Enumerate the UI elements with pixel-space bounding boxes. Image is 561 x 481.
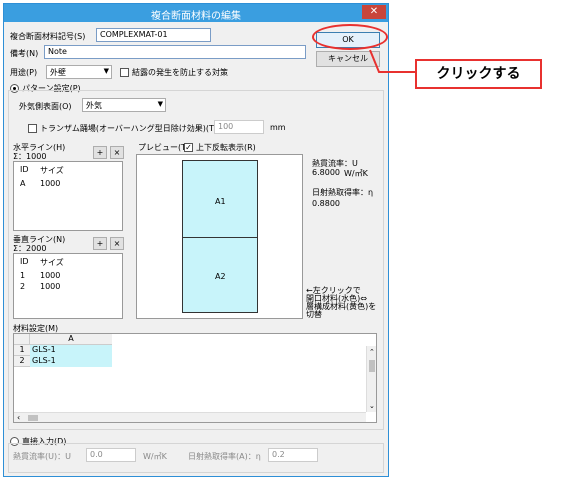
connector-line (369, 49, 415, 73)
direct-heat-label: 熱貫流率(U)：U (13, 452, 71, 461)
vertical-add-button[interactable]: + (93, 237, 107, 250)
use-label: 用途(P) (10, 68, 38, 77)
grid-row-number: 1 (14, 345, 30, 356)
heat-unit: W/㎡K (344, 169, 368, 178)
use-select[interactable]: 外壁 ▼ (46, 65, 112, 79)
col-size: サイズ (40, 258, 64, 267)
grid-corner (14, 334, 30, 345)
use-select-value: 外壁 (50, 68, 66, 77)
flip-checkbox[interactable]: ✓ (184, 143, 193, 152)
direct-solar-input[interactable]: 0.2 (268, 448, 318, 462)
scroll-left-icon[interactable]: ‹ (17, 413, 20, 422)
chevron-down-icon: ▼ (103, 67, 109, 75)
direct-heat-unit: W/㎡K (143, 452, 167, 461)
solar-label: 日射熱取得率：η (312, 188, 374, 197)
close-button[interactable]: ✕ (362, 5, 386, 19)
preview-cell-a2[interactable]: A2 (182, 237, 258, 313)
horizontal-delete-button[interactable]: × (110, 146, 124, 159)
row-size: 1000 (40, 282, 61, 291)
window-title: 複合断面材料の編集 (151, 11, 241, 22)
transom-input[interactable]: 100 (214, 120, 264, 134)
vertical-delete-button[interactable]: × (110, 237, 124, 250)
outer-label: 外気側表面(O) (19, 102, 72, 111)
hint-line-4: 切替 (306, 310, 322, 319)
cell-a2-label: A2 (215, 272, 226, 281)
solar-value: 0.8800 (312, 199, 340, 208)
grid-row-number: 2 (14, 356, 30, 367)
vertical-scrollbar[interactable]: ⌃ ⌄ (366, 346, 376, 412)
annotation-connector (369, 49, 415, 73)
annotation-callout: クリックする (415, 59, 542, 89)
col-id: ID (20, 257, 29, 266)
note-input[interactable]: Note (44, 45, 306, 59)
vertical-table: ID サイズ 1 1000 2 1000 (13, 253, 123, 319)
title-bar: 複合断面材料の編集 ✕ (4, 4, 388, 22)
condensation-checkbox[interactable] (120, 68, 129, 77)
cell-a1-label: A1 (215, 197, 226, 206)
row-id: A (20, 179, 26, 188)
grid-cell[interactable]: GLS-1 (30, 356, 112, 367)
highlight-ellipse (312, 24, 388, 50)
preview-cell-a1[interactable]: A1 (182, 160, 258, 238)
grid-cell[interactable]: GLS-1 (30, 345, 112, 356)
table-row[interactable]: 1 1000 (14, 271, 122, 282)
transom-unit: mm (270, 123, 286, 132)
scroll-thumb[interactable] (369, 360, 375, 372)
row-id: 1 (20, 271, 26, 280)
row-size: 1000 (40, 271, 61, 280)
row-size: 1000 (40, 179, 61, 188)
transom-label: トランザム踊場(オーバーハング型日除け効果)(T) (40, 124, 217, 133)
preview-canvas[interactable]: A1 A2 (136, 154, 303, 319)
horizontal-scrollbar[interactable]: ‹ (14, 412, 366, 422)
note-label: 備考(N) (10, 49, 39, 58)
scroll-h-thumb[interactable] (28, 415, 38, 421)
heat-value: 6.8000 (312, 168, 340, 177)
direct-solar-label: 日射熱取得率(A)：η (188, 452, 261, 461)
col-id: ID (20, 165, 29, 174)
table-row[interactable]: A 1000 (14, 179, 122, 190)
material-grid: A 1 GLS-1 2 GLS-1 ⌃ ⌄ ‹ (13, 333, 377, 423)
scroll-up-icon[interactable]: ⌃ (369, 348, 375, 356)
transom-checkbox[interactable] (28, 124, 37, 133)
code-label: 複合断面材料記号(S) (10, 32, 86, 41)
horizontal-add-button[interactable]: + (93, 146, 107, 159)
preview-label: プレビュー(T) (138, 143, 190, 152)
col-size: サイズ (40, 166, 64, 175)
condensation-label: 結露の発生を防止する対策 (132, 68, 228, 77)
outer-select[interactable]: 外気 ▼ (82, 98, 166, 112)
outer-select-value: 外気 (86, 101, 102, 110)
table-row[interactable]: 2 1000 (14, 282, 122, 293)
horizontal-table: ID サイズ A 1000 (13, 161, 123, 231)
flip-label: 上下反転表示(R) (196, 143, 256, 152)
grid-col-header: A (30, 334, 112, 345)
dialog-window: 複合断面材料の編集 ✕ 複合断面材料記号(S) COMPLEXMAT-01 備考… (3, 3, 389, 477)
code-input[interactable]: COMPLEXMAT-01 (96, 28, 211, 42)
chevron-down-icon: ▼ (157, 100, 163, 108)
scroll-down-icon[interactable]: ⌄ (369, 402, 375, 410)
row-id: 2 (20, 282, 26, 291)
direct-heat-input[interactable]: 0.0 (86, 448, 136, 462)
